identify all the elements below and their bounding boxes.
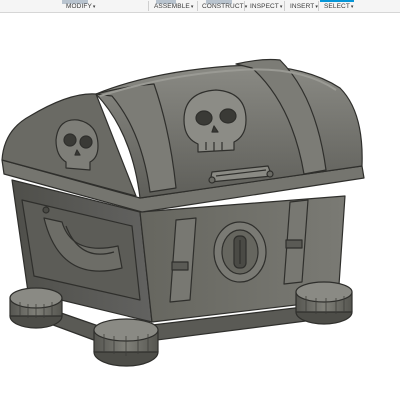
assemble-menu[interactable]: ASSEMBLE▾ bbox=[154, 2, 193, 11]
toolbar-divider bbox=[197, 1, 198, 11]
toolbar-divider bbox=[244, 1, 245, 11]
toolbar-divider bbox=[284, 1, 285, 11]
construct-menu-label: CONSTRUCT bbox=[202, 3, 244, 10]
inspect-menu[interactable]: INSPECT▾ bbox=[250, 2, 283, 11]
chevron-down-icon: ▾ bbox=[244, 4, 248, 10]
toolbar-divider bbox=[318, 1, 319, 11]
insert-menu-label: INSERT bbox=[290, 3, 315, 10]
select-menu[interactable]: SELECT▾ bbox=[324, 2, 354, 11]
insert-menu[interactable]: INSERT▾ bbox=[290, 2, 318, 11]
design-viewport[interactable] bbox=[0, 13, 400, 400]
chevron-down-icon: ▾ bbox=[190, 4, 194, 10]
modify-menu-label: MODIFY bbox=[66, 3, 92, 10]
modify-menu[interactable]: MODIFY▾ bbox=[66, 2, 96, 11]
ribbon-toolbar: MODIFY▾ ASSEMBLE▾ CONSTRUCT▾ INSPECT▾ IN… bbox=[0, 0, 400, 13]
chevron-down-icon: ▾ bbox=[279, 4, 283, 10]
inspect-menu-label: INSPECT bbox=[250, 3, 279, 10]
lock-plate bbox=[213, 221, 267, 283]
select-menu-label: SELECT bbox=[324, 3, 350, 10]
construct-menu[interactable]: CONSTRUCT▾ bbox=[202, 2, 247, 11]
chevron-down-icon: ▾ bbox=[350, 4, 354, 10]
assemble-menu-label: ASSEMBLE bbox=[154, 3, 190, 10]
chevron-down-icon: ▾ bbox=[92, 4, 96, 10]
treasure-chest-model[interactable] bbox=[0, 13, 400, 400]
toolbar-divider bbox=[148, 1, 149, 11]
